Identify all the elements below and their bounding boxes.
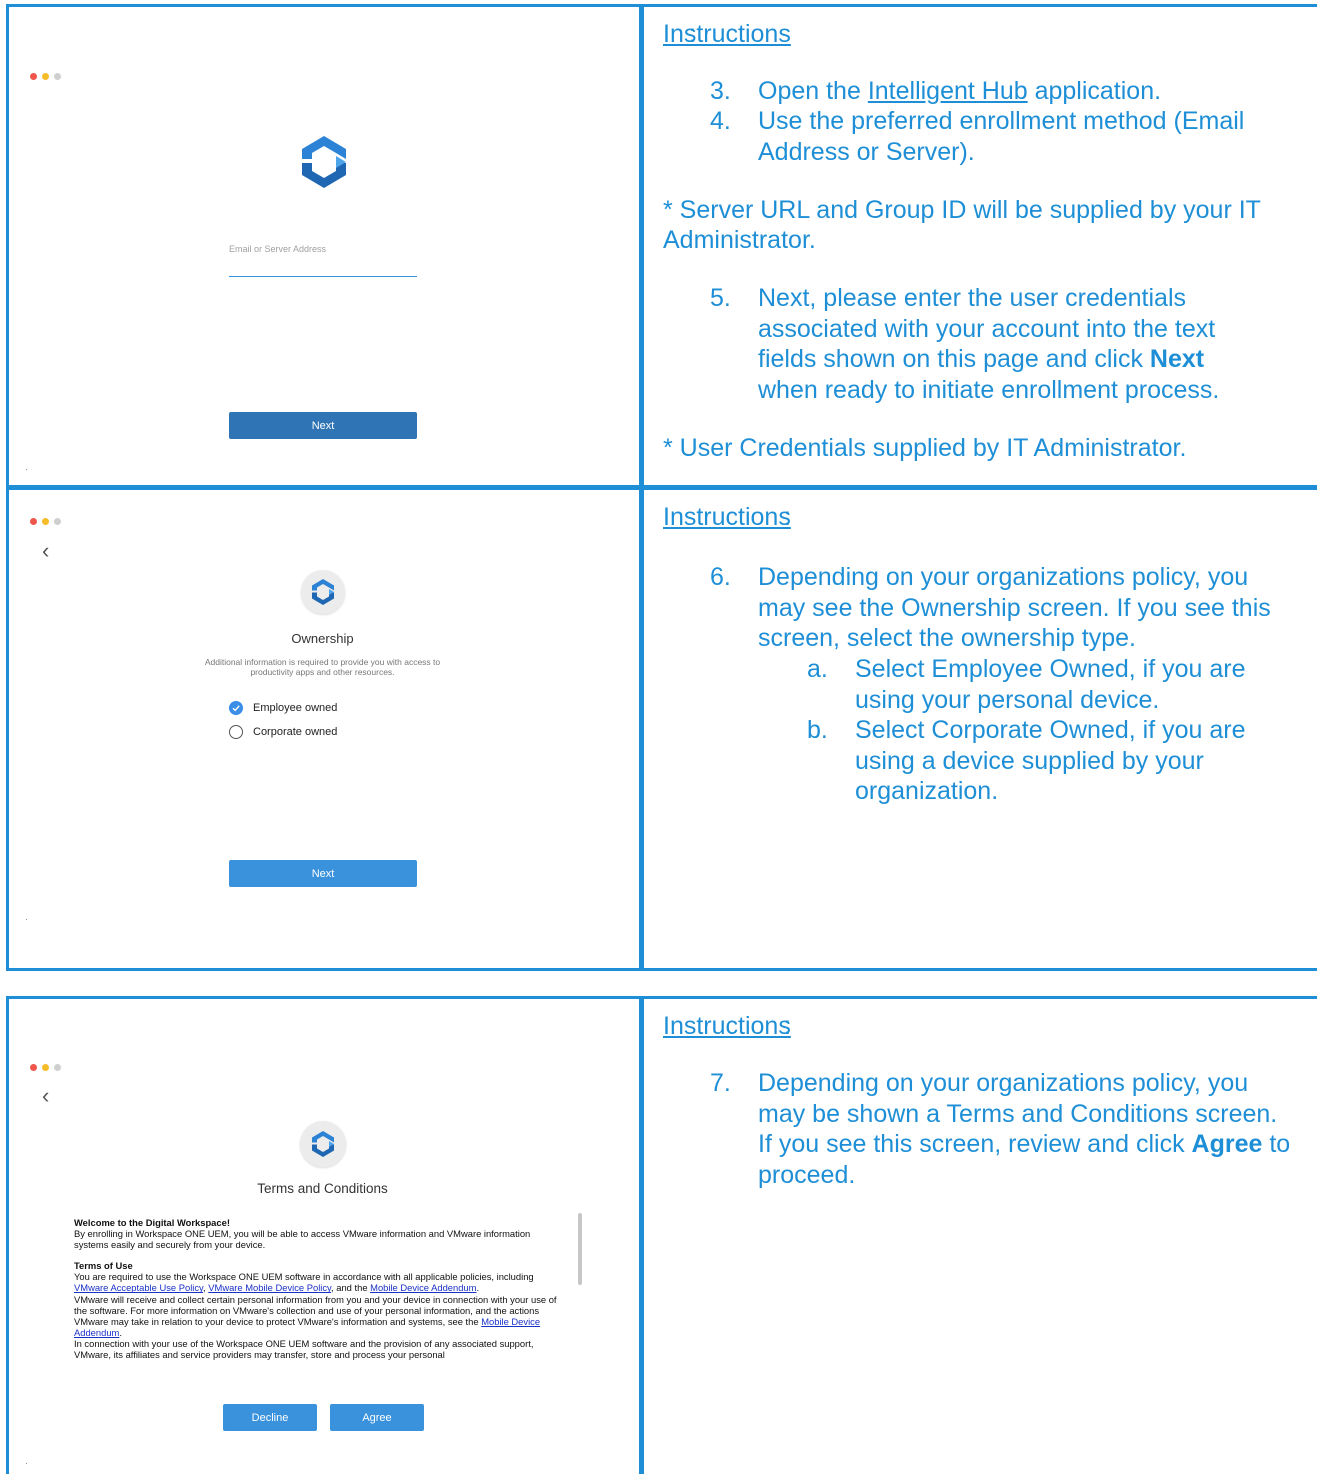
minimize-window-icon[interactable] xyxy=(42,1064,49,1071)
step-number: 5. xyxy=(710,284,731,312)
window-corner-mark xyxy=(26,1463,27,1464)
instructions-cell-2: Instructions : 6. Depending on your orga… xyxy=(647,490,1317,968)
window-corner-mark xyxy=(26,469,27,470)
window-traffic-lights xyxy=(30,1064,61,1071)
instruction-table-2: ‹ Terms and Conditions Welcome to the Di… xyxy=(6,996,1317,1474)
step-number: 7. xyxy=(710,1069,731,1097)
agree-emphasis: Agree xyxy=(1191,1130,1263,1158)
step-text: Depending on your organizations policy, … xyxy=(758,1068,1293,1190)
terms-screenshot: ‹ Terms and Conditions Welcome to the Di… xyxy=(6,999,639,1474)
terms-text: You are required to use the Workspace ON… xyxy=(74,1271,534,1283)
back-chevron-icon[interactable]: ‹ xyxy=(42,540,49,562)
server-url-note: * Server URL and Group ID will be suppli… xyxy=(663,196,1261,254)
heading-colon: : xyxy=(784,1012,791,1040)
instructions-heading: Instructions xyxy=(663,503,791,531)
step-text: Open the Intelligent Hub application. xyxy=(758,76,1298,107)
table-column-divider xyxy=(639,996,644,1474)
window-traffic-lights xyxy=(30,518,61,525)
hub-logo-icon xyxy=(312,579,334,605)
instructions-cell-3: Instructions : 7. Depending on your orga… xyxy=(647,999,1317,1474)
heading-colon: : xyxy=(689,20,696,48)
intelligent-hub-link[interactable]: Intelligent Hub xyxy=(868,77,1028,105)
step-text-start: Open the xyxy=(758,77,868,105)
table-column-divider xyxy=(639,4,644,971)
terms-text: , and the xyxy=(331,1282,371,1294)
welcome-body: By enrolling in Workspace ONE UEM, you w… xyxy=(74,1228,531,1251)
window-corner-mark xyxy=(26,919,27,920)
substep-letter: b. xyxy=(807,716,828,744)
next-button[interactable]: Next xyxy=(229,412,417,439)
next-button[interactable]: Next xyxy=(229,860,417,887)
close-window-icon[interactable] xyxy=(30,73,37,80)
hub-logo-badge xyxy=(301,570,345,614)
welcome-heading: Welcome to the Digital Workspace! xyxy=(74,1217,230,1228)
radio-empty-icon xyxy=(229,725,243,739)
step-text: Next, please enter the user credentials … xyxy=(758,283,1268,405)
table-border-bottom xyxy=(6,968,1317,971)
terms-scroll-area[interactable]: Welcome to the Digital Workspace! By enr… xyxy=(74,1217,564,1389)
credentials-note: * User Credentials supplied by IT Admini… xyxy=(663,434,1187,462)
step-number: 4. xyxy=(710,107,731,135)
hub-logo-icon xyxy=(302,136,346,188)
ownership-subtitle-line-1: Additional information is required to pr… xyxy=(204,657,441,667)
next-emphasis: Next xyxy=(1149,345,1205,373)
decline-button[interactable]: Decline xyxy=(223,1404,317,1431)
terms-text: . xyxy=(119,1326,122,1338)
ownership-subtitle-line-2: productivity apps and other resources. xyxy=(250,667,395,677)
ownership-screenshot: ‹ Ownership Additional information is re… xyxy=(6,490,639,968)
agree-button[interactable]: Agree xyxy=(330,1404,424,1431)
step-number: 6. xyxy=(710,563,731,591)
checkmark-icon xyxy=(229,701,243,715)
instruction-table-1: Email or Server Address Next Instruction… xyxy=(6,4,1317,971)
window-traffic-lights xyxy=(30,73,61,80)
terms-paragraph-1: You are required to use the Workspace ON… xyxy=(74,1271,564,1293)
hub-logo-icon xyxy=(312,1131,334,1157)
zoom-window-icon[interactable] xyxy=(54,73,61,80)
acceptable-use-policy-link[interactable]: VMware Acceptable Use Policy xyxy=(74,1282,203,1293)
zoom-window-icon[interactable] xyxy=(54,1064,61,1071)
mobile-device-policy-link[interactable]: VMware Mobile Device Policy xyxy=(208,1282,331,1293)
step-text: Use the preferred enrollment method (Ema… xyxy=(758,107,1245,166)
terms-title: Terms and Conditions xyxy=(257,1181,388,1196)
mobile-device-addendum-link[interactable]: Mobile Device Addendum xyxy=(370,1282,476,1293)
step-text: Depending on your organizations policy, … xyxy=(758,563,1271,652)
email-field[interactable] xyxy=(229,257,417,277)
close-window-icon[interactable] xyxy=(30,518,37,525)
terms-text: . xyxy=(476,1282,480,1294)
minimize-window-icon[interactable] xyxy=(42,518,49,525)
substep-letter: a. xyxy=(807,655,828,683)
heading-colon: : xyxy=(784,503,791,531)
step-text-start: Next, please enter the user credentials … xyxy=(758,284,1216,373)
employee-owned-radio[interactable]: Employee owned xyxy=(229,701,337,715)
substep-text: Select Corporate Owned, if you are using… xyxy=(855,716,1246,805)
substep-text: Select Employee Owned, if you are using … xyxy=(855,655,1246,714)
instructions-cell-1: Instructions : 3. Open the Intelligent H… xyxy=(647,7,1317,485)
terms-heading: Terms of Use xyxy=(74,1260,133,1272)
step-number: 3. xyxy=(710,77,731,105)
minimize-window-icon[interactable] xyxy=(42,73,49,80)
zoom-window-icon[interactable] xyxy=(54,518,61,525)
terms-scrollbar[interactable] xyxy=(578,1213,582,1285)
corporate-owned-label: Corporate owned xyxy=(253,726,338,738)
terms-paragraph-3: In connection with your use of the Works… xyxy=(74,1337,534,1361)
ownership-title: Ownership xyxy=(291,631,354,646)
step-text-end: application. xyxy=(1027,77,1162,105)
enrollment-screenshot: Email or Server Address Next xyxy=(6,7,639,485)
corporate-owned-radio[interactable]: Corporate owned xyxy=(229,725,337,739)
close-window-icon[interactable] xyxy=(30,1064,37,1071)
instructions-heading: Instructions xyxy=(663,20,791,48)
step-text-end: when ready to initiate enrollment proces… xyxy=(758,375,1220,404)
terms-paragraph-2: VMware will receive and collect certain … xyxy=(74,1294,564,1338)
instructions-heading: Instructions xyxy=(663,1012,791,1040)
employee-owned-label: Employee owned xyxy=(253,702,338,714)
email-field-label: Email or Server Address xyxy=(229,244,327,254)
back-chevron-icon[interactable]: ‹ xyxy=(42,1085,49,1107)
hub-logo-badge xyxy=(300,1121,346,1167)
